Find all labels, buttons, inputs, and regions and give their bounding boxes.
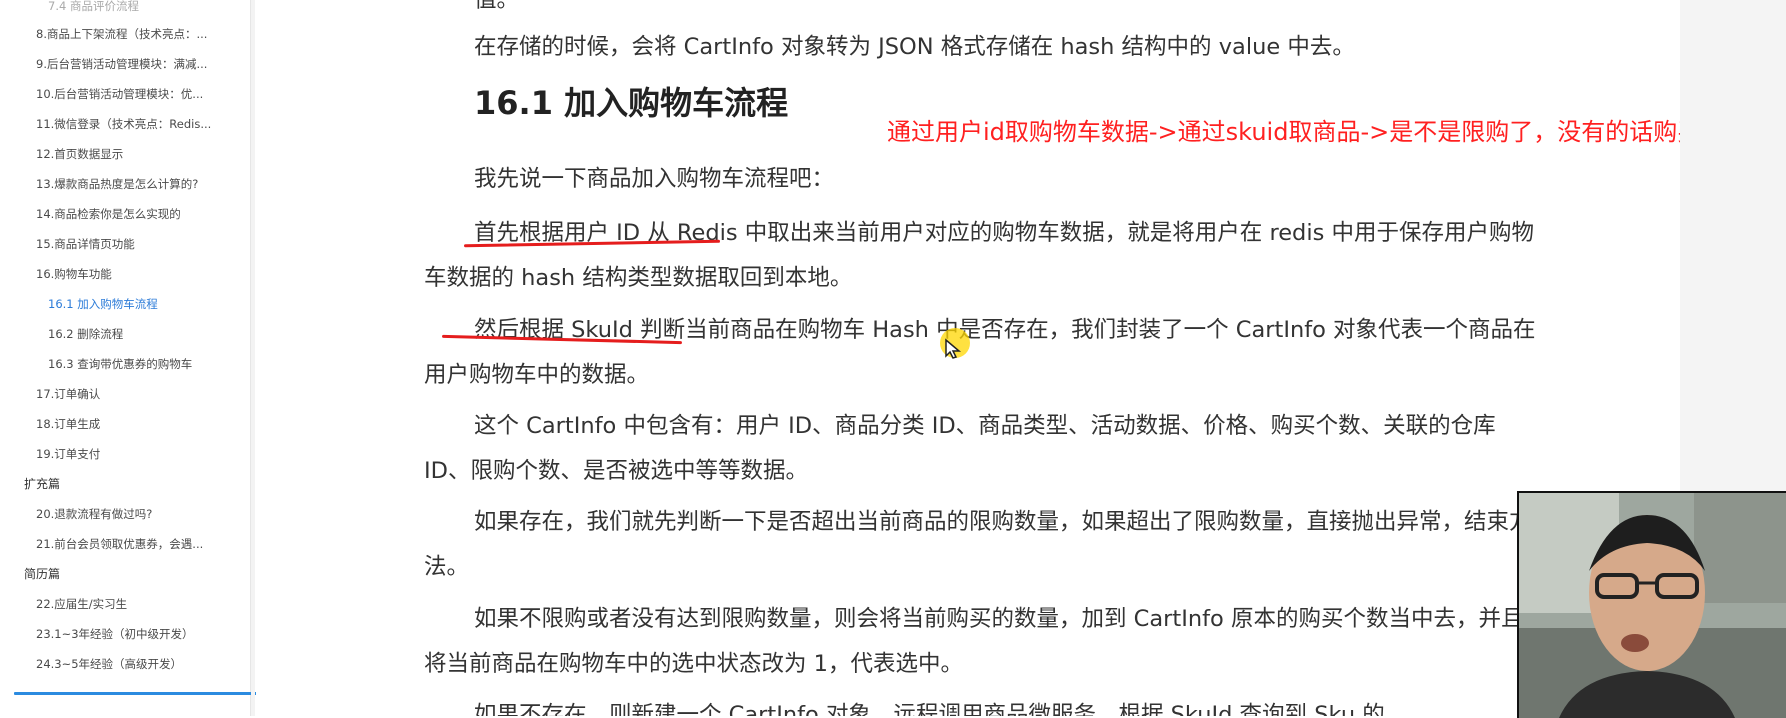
toc-item[interactable]: 16.3 查询带优惠券的购物车 (0, 352, 245, 376)
toc-item[interactable]: 16.购物车功能 (0, 262, 245, 286)
toc-item[interactable]: 10.后台营销活动管理模块：优... (0, 82, 245, 106)
intro-paragraph: 在存储的时候，会将 CartInfo 对象转为 JSON 格式存储在 hash … (474, 34, 1355, 60)
toc-item[interactable]: 11.微信登录（技术亮点：Redis... (0, 112, 245, 136)
paragraph: 这个 CartInfo 中包含有：用户 ID、商品分类 ID、商品类型、活动数据… (424, 413, 1496, 484)
toc-item[interactable]: 23.1~3年经验（初中级开发） (0, 622, 245, 646)
webcam-overlay (1517, 491, 1786, 718)
toc-item[interactable]: 16.1 加入购物车流程 (0, 292, 245, 316)
toc-item[interactable]: 24.3~5年经验（高级开发） (0, 652, 245, 676)
toc-item[interactable]: 13.爆款商品热度是怎么计算的? (0, 172, 245, 196)
section-heading: 16.1 加入购物车流程 (474, 84, 789, 122)
toc-item[interactable]: 简历篇 (0, 562, 245, 586)
document-content: 值。 在存储的时候，会将 CartInfo 对象转为 JSON 格式存储在 ha… (256, 0, 1680, 716)
toc-item[interactable]: 扩充篇 (0, 472, 245, 496)
toc-item[interactable]: 19.订单支付 (0, 442, 245, 466)
paragraph: 然后根据 SkuId 判断当前商品在购物车 Hash 中是否存在，我们封装了一个… (424, 317, 1536, 388)
right-margin (1680, 0, 1786, 500)
toc-item[interactable]: 8.商品上下架流程（技术亮点：... (0, 22, 245, 46)
handwritten-annotation: 通过用户id取购物车数据->通过skuid取商品->是不是限购了，没有的话购买个… (887, 118, 1680, 146)
sidebar-divider[interactable] (251, 0, 255, 716)
paragraph: 如果存在，我们就先判断一下是否超出当前商品的限购数量，如果超出了限购数量，直接抛… (424, 509, 1532, 580)
toc-item[interactable]: 9.后台营销活动管理模块：满减... (0, 52, 245, 76)
top-fragment: 值。 (474, 0, 520, 13)
toc-item[interactable]: 20.退款流程有做过吗? (0, 502, 245, 526)
toc-sidebar: 7.4 商品评价流程 8.商品上下架流程（技术亮点：... 9.后台营销活动管理模块… (0, 0, 251, 716)
presenter-video (1519, 493, 1786, 718)
toc-item[interactable]: 7.4 商品评价流程 (0, 0, 245, 18)
toc-item[interactable]: 17.订单确认 (0, 382, 245, 406)
paragraph: 如果不限购或者没有达到限购数量，则会将当前购买的数量，加到 CartInfo 原… (424, 606, 1524, 677)
paragraph: 我先说一下商品加入购物车流程吧： (474, 166, 835, 192)
toc-item[interactable]: 14.商品检索你是怎么实现的 (0, 202, 245, 226)
paragraph: 首先根据用户 ID 从 Redis 中取出来当前用户对应的购物车数据，就是将用户… (424, 220, 1534, 291)
toc-item[interactable]: 18.订单生成 (0, 412, 245, 436)
toc-item[interactable]: 15.商品详情页功能 (0, 232, 245, 256)
pointer-cursor-icon (945, 338, 962, 359)
paragraph: 如果不存在，则新建一个 CartInfo 对象，远程调用商品微服务，根据 Sku… (474, 702, 1385, 716)
toc-item[interactable]: 21.前台会员领取优惠券，会遇... (0, 532, 245, 556)
toc-item[interactable]: 22.应届生/实习生 (0, 592, 245, 616)
toc-item[interactable]: 12.首页数据显示 (0, 142, 245, 166)
toc-item[interactable]: 16.2 删除流程 (0, 322, 245, 346)
